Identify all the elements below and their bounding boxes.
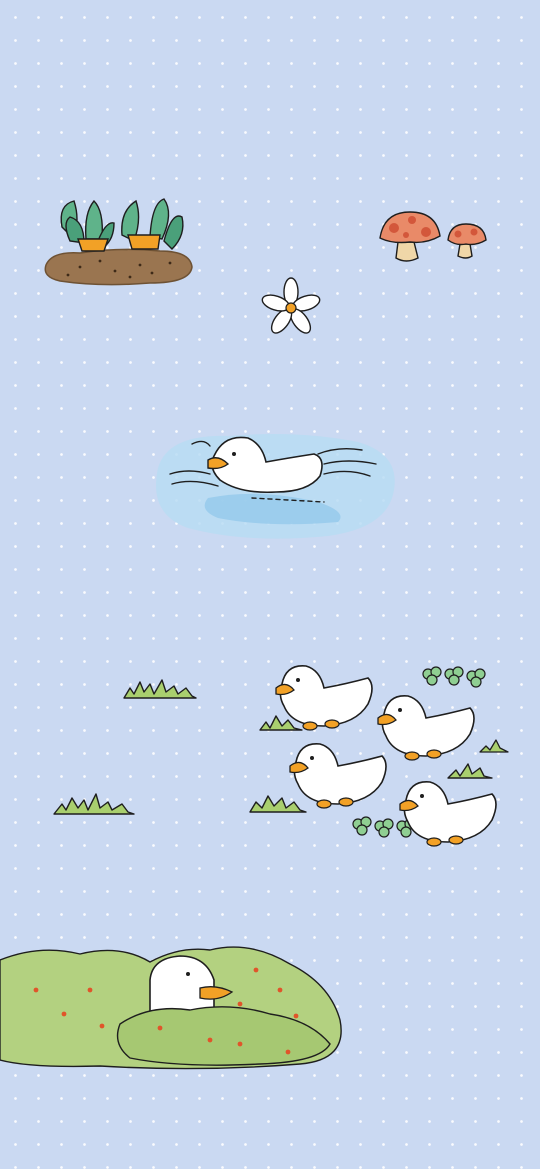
duck-in-bush-illustration [0, 940, 348, 1072]
duck-figure [399, 781, 497, 847]
carrot-patch-illustration [40, 195, 200, 290]
wallpaper-background [0, 0, 540, 1169]
duck-figure [275, 665, 373, 731]
grass-tuft-illustration [52, 790, 136, 818]
duck-figure [377, 695, 475, 761]
grass-tuft-illustration [122, 674, 198, 702]
mushroom-pair-illustration [378, 208, 493, 268]
daisy-flower-illustration [258, 276, 324, 338]
swimming-duck-illustration [148, 428, 403, 543]
duck-flock-illustration [270, 660, 510, 856]
duck-figure [289, 743, 387, 809]
